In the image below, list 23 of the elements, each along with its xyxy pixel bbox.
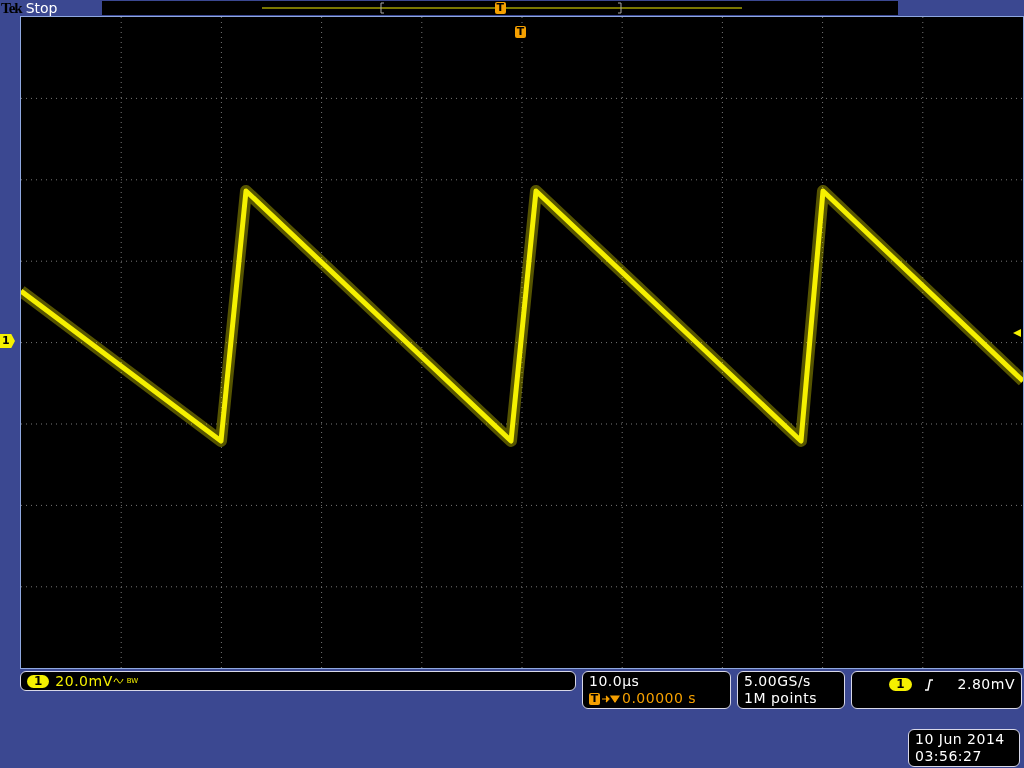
trigger-marker: T xyxy=(589,692,600,705)
channel-ground-marker[interactable]: 1 xyxy=(0,334,15,348)
trigger-position-marker: T xyxy=(515,26,526,38)
trigger-source-badge: 1 xyxy=(889,678,912,691)
date-text: 10 Jun 2014 xyxy=(915,731,1006,748)
channel-badge: 1 xyxy=(27,674,50,688)
trigger-level-arrow-icon xyxy=(1013,329,1021,337)
bandwidth-wave-icon xyxy=(112,676,125,686)
rising-edge-icon xyxy=(923,678,934,691)
timebase-readout[interactable]: 10.0µs T 0.00000 s xyxy=(582,671,731,709)
sample-rate: 5.00GS/s xyxy=(744,673,812,690)
trigger-level: 2.80mV xyxy=(957,676,1015,693)
arrow-icon xyxy=(602,693,620,704)
trigger-position: 0.00000 s xyxy=(622,690,697,707)
trigger-readout[interactable]: 1 2.80mV xyxy=(851,671,1022,709)
brand-label: Tek xyxy=(0,0,22,16)
timebase-scale: 10.0µs xyxy=(589,673,641,690)
time-text: 03:56:27 xyxy=(915,748,983,765)
acquisition-readout[interactable]: 5.00GS/s 1M points xyxy=(737,671,845,709)
status-label: Stop xyxy=(25,0,59,16)
record-length: 1M points xyxy=(744,690,818,707)
channel-scale: 20.0mV xyxy=(55,672,113,690)
trigger-position-marker: T xyxy=(494,2,506,14)
